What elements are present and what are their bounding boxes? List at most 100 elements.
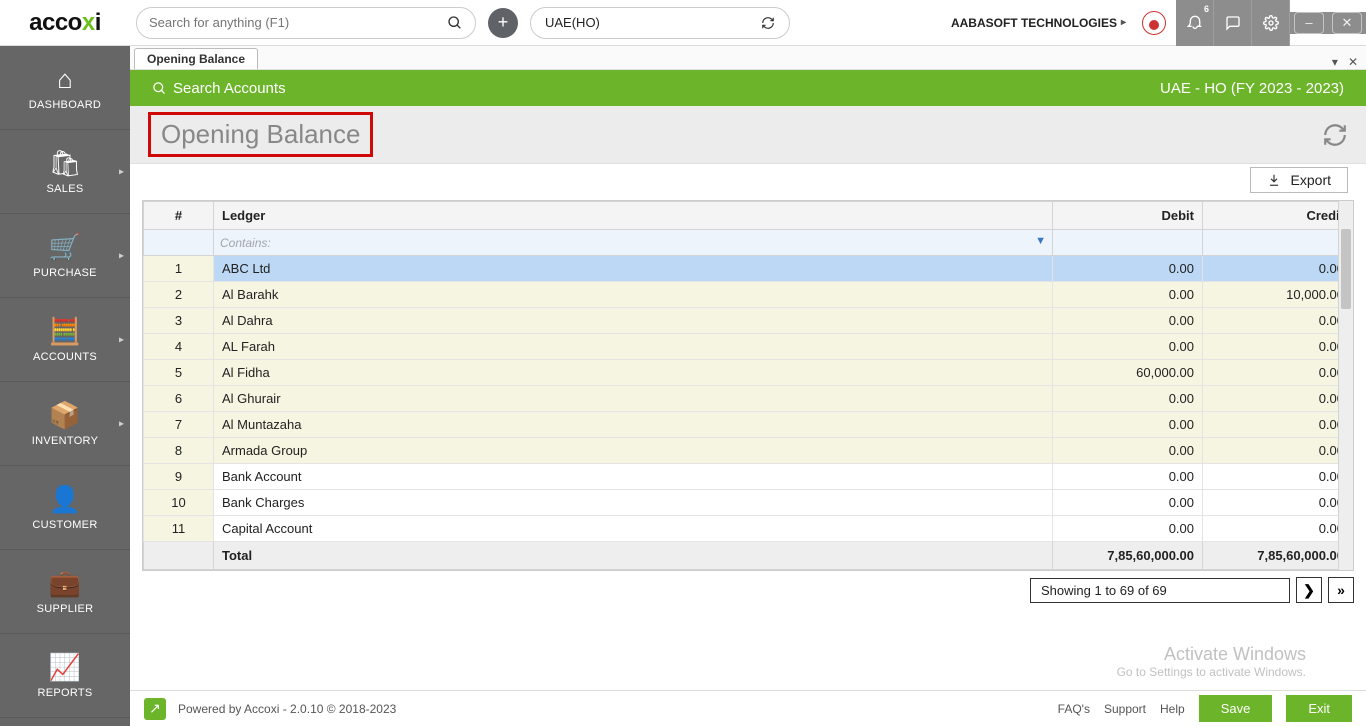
pager-info: Showing 1 to 69 of 69 bbox=[1030, 578, 1290, 603]
table-row[interactable]: 10Bank Charges0.000.00 bbox=[144, 490, 1353, 516]
accounts-icon: 🧮 bbox=[49, 316, 81, 347]
row-ledger: Al Barahk bbox=[214, 282, 1053, 308]
table-row[interactable]: 5Al Fidha60,000.000.00 bbox=[144, 360, 1353, 386]
branch-label: UAE(HO) bbox=[545, 15, 600, 30]
filter-ledger[interactable]: Contains: ▼ bbox=[214, 230, 1053, 256]
row-credit: 0.00 bbox=[1203, 438, 1353, 464]
notifications-button[interactable]: 6 bbox=[1176, 0, 1214, 46]
sidebar-item-purchase[interactable]: 🛒PURCHASE▸ bbox=[0, 214, 130, 298]
exit-button[interactable]: Exit bbox=[1286, 695, 1352, 722]
close-button[interactable]: ✕ bbox=[1332, 12, 1362, 34]
row-debit: 0.00 bbox=[1053, 386, 1203, 412]
row-debit: 0.00 bbox=[1053, 438, 1203, 464]
table-row[interactable]: 4AL Farah0.000.00 bbox=[144, 334, 1353, 360]
col-ledger[interactable]: Ledger bbox=[214, 202, 1053, 230]
sync-icon[interactable] bbox=[1322, 122, 1348, 148]
sidebar: ⌂DASHBOARD🛍SALES▸🛒PURCHASE▸🧮ACCOUNTS▸📦IN… bbox=[0, 46, 130, 726]
row-ledger: Bank Charges bbox=[214, 490, 1053, 516]
row-debit: 0.00 bbox=[1053, 282, 1203, 308]
tab-close-icon[interactable]: ✕ bbox=[1348, 55, 1358, 69]
row-credit: 0.00 bbox=[1203, 334, 1353, 360]
tab-opening-balance[interactable]: Opening Balance bbox=[134, 48, 258, 69]
sidebar-item-label: CUSTOMER bbox=[32, 519, 97, 531]
export-button[interactable]: Export bbox=[1250, 167, 1348, 193]
settings-button[interactable] bbox=[1252, 0, 1290, 46]
titlebar: accoxi + UAE(HO) AABASOFT TECHNOLOGIES ▸… bbox=[0, 0, 1366, 46]
footer-logo-icon: ↗ bbox=[144, 698, 166, 720]
sidebar-item-sales[interactable]: 🛍 SALES ▸ bbox=[0, 130, 130, 214]
sidebar-item-label: ACCOUNTS bbox=[33, 351, 97, 363]
sidebar-item-label: DASHBOARD bbox=[29, 99, 101, 111]
row-credit: 0.00 bbox=[1203, 360, 1353, 386]
search-accounts-button[interactable]: Search Accounts bbox=[152, 80, 286, 97]
export-icon bbox=[1267, 173, 1281, 187]
table-row[interactable]: 8Armada Group0.000.00 bbox=[144, 438, 1353, 464]
col-debit[interactable]: Debit bbox=[1053, 202, 1203, 230]
global-search-input[interactable] bbox=[149, 15, 447, 30]
branch-selector[interactable]: UAE(HO) bbox=[530, 7, 790, 39]
sidebar-item-accounts[interactable]: 🧮 ACCOUNTS ▸ bbox=[0, 298, 130, 382]
table-row[interactable]: 7Al Muntazaha0.000.00 bbox=[144, 412, 1353, 438]
refresh-icon[interactable] bbox=[761, 16, 775, 30]
save-button[interactable]: Save bbox=[1199, 695, 1273, 722]
row-num: 3 bbox=[144, 308, 214, 334]
table-row[interactable]: 1ABC Ltd0.000.00 bbox=[144, 256, 1353, 282]
search-icon[interactable] bbox=[447, 15, 463, 31]
sidebar-item-supplier[interactable]: 💼 SUPPLIER bbox=[0, 550, 130, 634]
tab-menu-icon[interactable]: ▾ bbox=[1332, 55, 1338, 69]
global-search[interactable] bbox=[136, 7, 476, 39]
company-selector[interactable]: AABASOFT TECHNOLOGIES ▸ bbox=[951, 16, 1126, 30]
sidebar-item-label: SALES bbox=[47, 183, 84, 195]
alert-dot-icon[interactable] bbox=[1142, 11, 1166, 35]
footer: ↗ Powered by Accoxi - 2.0.10 © 2018-2023… bbox=[130, 690, 1366, 726]
pager-last-button[interactable]: » bbox=[1328, 577, 1354, 603]
notification-badge: 6 bbox=[1204, 4, 1209, 14]
table-row[interactable]: 2Al Barahk0.0010,000.00 bbox=[144, 282, 1353, 308]
filter-row[interactable]: Contains: ▼ bbox=[144, 230, 1353, 256]
sidebar-item-customer[interactable]: 👤CUSTOMER bbox=[0, 466, 130, 550]
sales-icon: 🛍 bbox=[48, 148, 81, 179]
sidebar-item-label: SUPPLIER bbox=[37, 603, 94, 615]
col-num[interactable]: # bbox=[144, 202, 214, 230]
purchase-icon: 🛒 bbox=[49, 232, 81, 263]
row-num: 7 bbox=[144, 412, 214, 438]
row-credit: 0.00 bbox=[1203, 490, 1353, 516]
filter-icon[interactable]: ▼ bbox=[1035, 235, 1046, 247]
row-ledger: Bank Account bbox=[214, 464, 1053, 490]
total-row: Total 7,85,60,000.00 7,85,60,000.00 bbox=[144, 542, 1353, 570]
row-debit: 0.00 bbox=[1053, 412, 1203, 438]
support-link[interactable]: Support bbox=[1104, 702, 1146, 716]
help-link[interactable]: Help bbox=[1160, 702, 1185, 716]
table-row[interactable]: 11Capital Account0.000.00 bbox=[144, 516, 1353, 542]
chevron-right-icon: ▸ bbox=[119, 334, 124, 345]
row-debit: 0.00 bbox=[1053, 308, 1203, 334]
chevron-right-icon: ▸ bbox=[119, 418, 124, 429]
faq-link[interactable]: FAQ's bbox=[1058, 702, 1090, 716]
sidebar-item-inventory[interactable]: 📦INVENTORY▸ bbox=[0, 382, 130, 466]
row-ledger: ABC Ltd bbox=[214, 256, 1053, 282]
pager-next-button[interactable]: ❯ bbox=[1296, 577, 1322, 603]
reports-icon: 📈 bbox=[49, 652, 81, 683]
table-row[interactable]: 9Bank Account0.000.00 bbox=[144, 464, 1353, 490]
row-debit: 60,000.00 bbox=[1053, 360, 1203, 386]
chat-button[interactable] bbox=[1214, 0, 1252, 46]
chevron-right-icon: ▸ bbox=[1121, 17, 1126, 28]
row-ledger: Armada Group bbox=[214, 438, 1053, 464]
sidebar-item-dashboard[interactable]: ⌂DASHBOARD bbox=[0, 46, 130, 130]
chevron-right-icon: ▸ bbox=[119, 166, 124, 177]
row-credit: 10,000.00 bbox=[1203, 282, 1353, 308]
table-row[interactable]: 6Al Ghurair0.000.00 bbox=[144, 386, 1353, 412]
ledger-table: # Ledger Debit Credit Contains: ▼ bbox=[143, 201, 1353, 570]
row-num: 9 bbox=[144, 464, 214, 490]
col-credit[interactable]: Credit bbox=[1203, 202, 1353, 230]
sidebar-item-reports[interactable]: 📈REPORTS bbox=[0, 634, 130, 718]
minimize-button[interactable]: – bbox=[1294, 12, 1324, 34]
table-row[interactable]: 3Al Dahra0.000.00 bbox=[144, 308, 1353, 334]
row-credit: 0.00 bbox=[1203, 308, 1353, 334]
windows-watermark: Activate Windows Go to Settings to activ… bbox=[1117, 643, 1306, 681]
table-scrollbar[interactable] bbox=[1338, 201, 1353, 570]
total-label: Total bbox=[214, 542, 1053, 570]
add-button[interactable]: + bbox=[488, 8, 518, 38]
page-title: Opening Balance bbox=[148, 112, 373, 157]
supplier-icon: 💼 bbox=[49, 568, 81, 599]
